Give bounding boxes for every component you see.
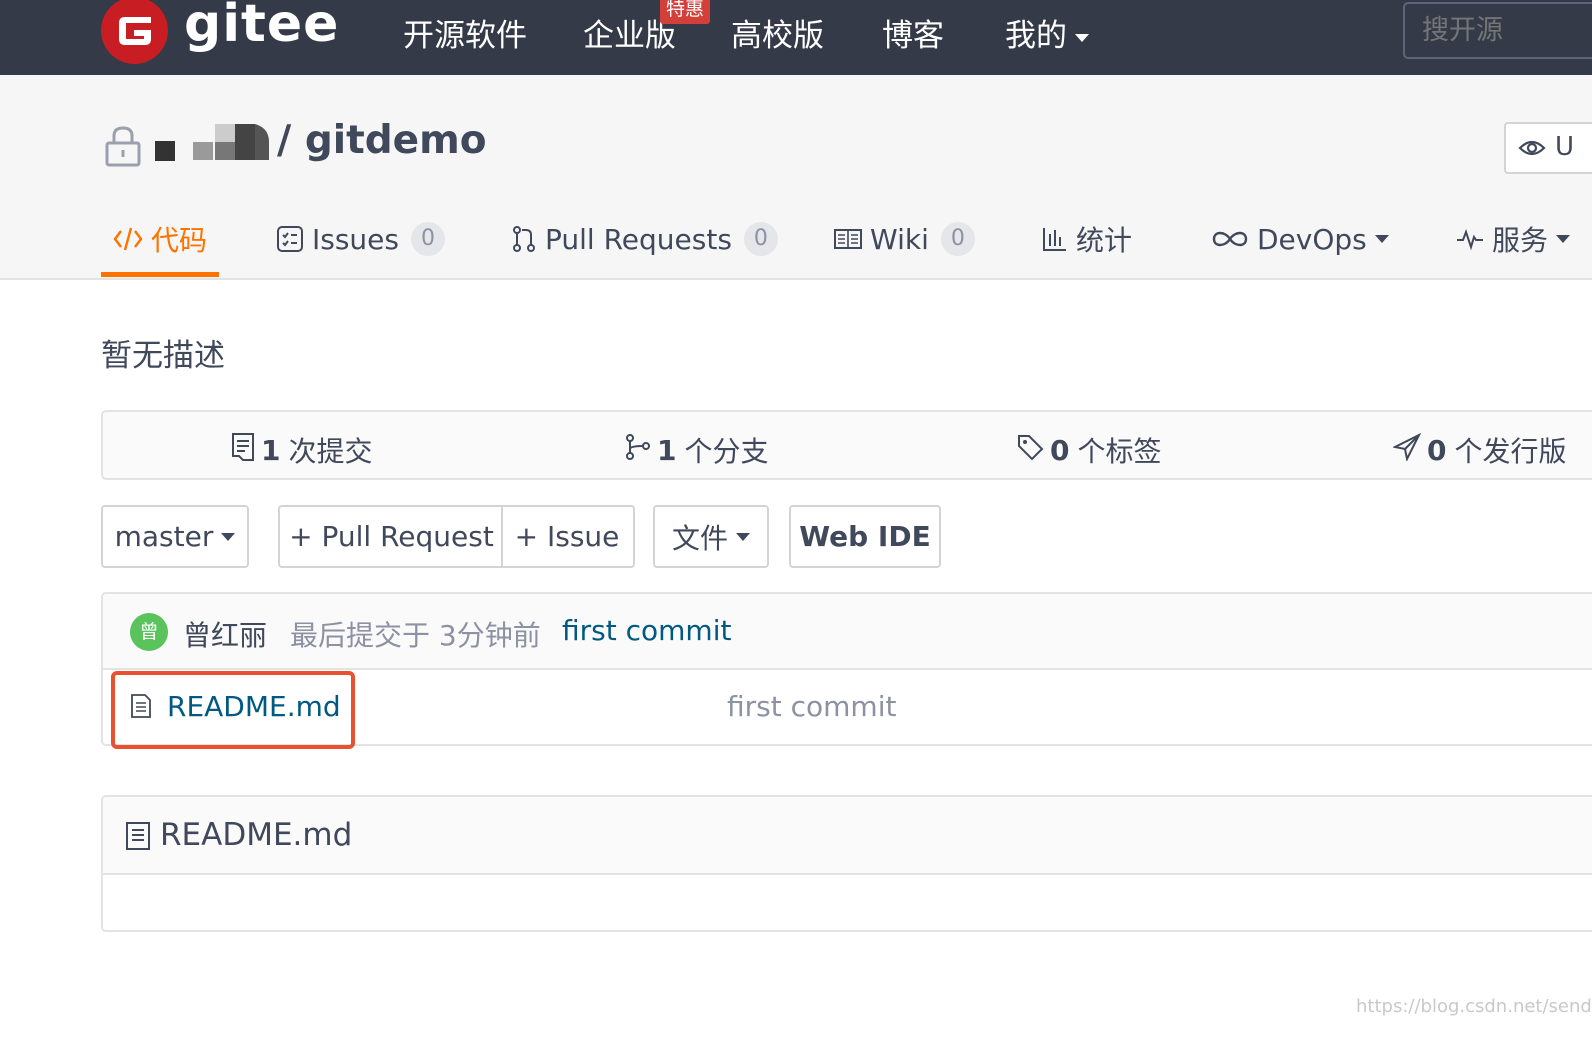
commit-icon <box>231 432 255 469</box>
nav-mine-label: 我的 <box>1005 18 1067 54</box>
readme-header: README.md <box>103 797 1592 875</box>
chevron-down-icon <box>221 532 236 541</box>
latest-commit-row: 曾 曾红丽 最后提交于 3分钟前 first commit <box>103 594 1592 670</box>
avatar[interactable]: 曾 <box>130 613 168 651</box>
commits-label: 次提交 <box>288 435 373 468</box>
nav-open-source[interactable]: 开源软件 <box>403 10 527 55</box>
file-menu-button[interactable]: 文件 <box>653 505 769 568</box>
stat-branches[interactable]: 1 个分支 <box>625 430 769 470</box>
commit-message-link[interactable]: first commit <box>562 614 731 647</box>
project-header: / gitdemo U 代码 Issues 0 Pull Requests 0 … <box>0 75 1592 280</box>
pull-requests-count-badge: 0 <box>743 222 778 256</box>
owner-avatar[interactable] <box>155 120 273 168</box>
readme-title: README.md <box>160 817 353 853</box>
commit-author[interactable]: 曾红丽 <box>183 614 267 654</box>
annotation-highlight-box <box>111 671 355 749</box>
issues-icon <box>276 225 304 253</box>
infinity-icon <box>1211 228 1249 250</box>
code-icon <box>113 226 143 252</box>
tags-count: 0 <box>1050 433 1070 467</box>
project-description: 暂无描述 <box>101 338 225 374</box>
stat-tags[interactable]: 0 个标签 <box>1016 430 1162 470</box>
project-name[interactable]: / gitdemo <box>277 118 487 163</box>
eye-icon <box>1518 138 1546 162</box>
new-pull-request-button[interactable]: + Pull Request <box>278 505 503 568</box>
tag-icon <box>1016 433 1044 468</box>
stat-releases[interactable]: 0 个发行版 <box>1391 430 1567 470</box>
top-nav: gitee 开源软件 企业版 特惠 高校版 博客 我的 <box>0 0 1592 75</box>
tab-issues-label: Issues <box>312 222 399 256</box>
branch-icon <box>625 433 651 468</box>
commit-time: 最后提交于 3分钟前 <box>290 619 541 652</box>
pulse-icon <box>1456 227 1484 251</box>
tab-wiki-label: Wiki <box>870 222 929 256</box>
web-ide-button[interactable]: Web IDE <box>789 505 941 568</box>
repo-stats-bar: 1 次提交 1 个分支 0 个标签 0 个发行版 <box>101 410 1592 480</box>
tab-stats-label: 统计 <box>1076 224 1133 257</box>
search-input[interactable] <box>1403 2 1592 59</box>
commits-count: 1 <box>261 433 281 467</box>
tab-stats[interactable]: 统计 <box>1042 213 1132 265</box>
issues-count-badge: 0 <box>411 222 445 256</box>
stat-commits[interactable]: 1 次提交 <box>231 430 373 470</box>
chevron-down-icon <box>736 532 750 541</box>
lock-icon <box>105 125 141 171</box>
tab-code-label: 代码 <box>151 224 208 257</box>
pull-request-icon <box>511 225 537 253</box>
releases-label: 个发行版 <box>1454 435 1567 468</box>
chevron-down-icon <box>1374 235 1389 243</box>
branches-label: 个分支 <box>684 435 769 468</box>
file-commit-message[interactable]: first commit <box>727 690 896 723</box>
watch-label: U <box>1555 132 1575 162</box>
tab-wiki[interactable]: Wiki 0 <box>834 213 975 265</box>
releases-count: 0 <box>1427 433 1447 467</box>
send-icon <box>1391 432 1422 468</box>
nav-blog[interactable]: 博客 <box>882 10 944 55</box>
promo-badge: 特惠 <box>660 0 711 24</box>
button-group-divider <box>501 507 503 566</box>
tab-pull-requests[interactable]: Pull Requests 0 <box>511 213 778 265</box>
readme-panel: README.md <box>101 795 1592 932</box>
tab-issues[interactable]: Issues 0 <box>276 213 445 265</box>
wiki-count-badge: 0 <box>940 222 975 256</box>
tags-label: 个标签 <box>1077 435 1162 468</box>
watermark: https://blog.csdn.net/sendear <box>1356 996 1592 1017</box>
watch-button[interactable]: U <box>1504 122 1592 174</box>
logo-text[interactable]: gitee <box>184 0 339 54</box>
file-menu-label: 文件 <box>671 521 728 555</box>
gitee-logo-icon[interactable] <box>101 0 168 64</box>
chevron-down-icon <box>1075 33 1089 42</box>
chevron-down-icon <box>1556 235 1571 243</box>
branches-count: 1 <box>657 433 677 467</box>
tab-devops-label: DevOps <box>1257 222 1367 256</box>
active-tab-indicator <box>101 272 219 277</box>
nav-university[interactable]: 高校版 <box>731 10 824 55</box>
nav-mine[interactable]: 我的 <box>1005 10 1089 55</box>
branch-select-label: master <box>114 520 214 553</box>
tab-devops[interactable]: DevOps <box>1211 213 1389 265</box>
tab-services[interactable]: 服务 <box>1456 213 1571 265</box>
tab-services-label: 服务 <box>1492 224 1549 257</box>
branch-select[interactable]: master <box>101 505 249 568</box>
tab-code[interactable]: 代码 <box>113 213 207 265</box>
new-issue-button[interactable]: + Issue <box>501 505 635 568</box>
book-icon <box>834 227 862 251</box>
file-icon <box>125 821 151 855</box>
bar-chart-icon <box>1042 226 1068 252</box>
tab-pull-requests-label: Pull Requests <box>545 222 732 256</box>
